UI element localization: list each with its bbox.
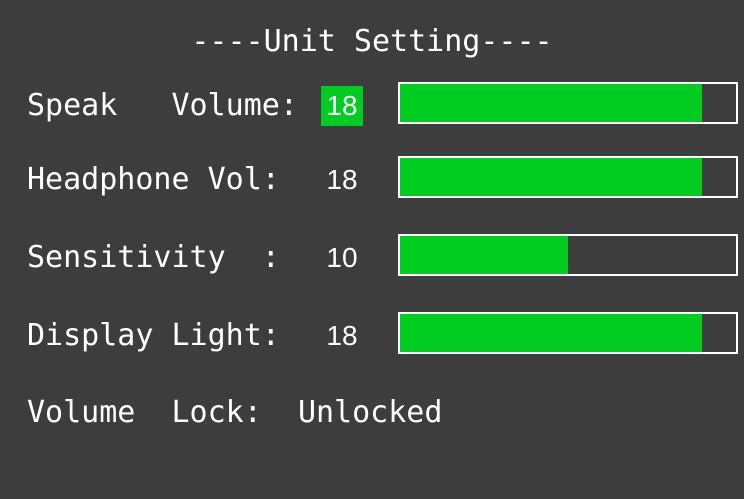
- setting-row-headphone-volume[interactable]: Headphone Vol: 18: [0, 156, 744, 204]
- screen-title: ----Unit Setting----: [191, 24, 553, 59]
- volume-lock-row[interactable]: Volume Lock: Unlocked: [27, 393, 442, 433]
- setting-row-speak-volume[interactable]: Speak Volume: 18: [0, 82, 744, 130]
- speak-volume-bar: [398, 82, 738, 124]
- display-light-value[interactable]: 18: [321, 316, 363, 356]
- volume-lock-label: Volume Lock:: [27, 395, 262, 430]
- volume-lock-value[interactable]: Unlocked: [298, 395, 443, 430]
- sensitivity-bar: [398, 234, 738, 276]
- sensitivity-bar-fill: [400, 236, 568, 274]
- display-light-label: Display Light:: [27, 318, 280, 353]
- sensitivity-value[interactable]: 10: [321, 238, 363, 278]
- speak-volume-value[interactable]: 18: [321, 86, 363, 126]
- headphone-volume-label: Headphone Vol:: [27, 162, 280, 197]
- setting-row-sensitivity[interactable]: Sensitivity : 10: [0, 234, 744, 282]
- headphone-volume-value[interactable]: 18: [321, 160, 363, 200]
- headphone-volume-bar-fill: [400, 158, 703, 196]
- speak-volume-bar-fill: [400, 84, 703, 122]
- display-light-bar: [398, 312, 738, 354]
- unit-setting-screen: ----Unit Setting---- Speak Volume: 18 He…: [0, 0, 744, 499]
- headphone-volume-bar: [398, 156, 738, 198]
- speak-volume-label: Speak Volume:: [27, 88, 298, 123]
- display-light-bar-fill: [400, 314, 703, 352]
- sensitivity-label: Sensitivity :: [27, 240, 280, 275]
- setting-row-display-light[interactable]: Display Light: 18: [0, 312, 744, 360]
